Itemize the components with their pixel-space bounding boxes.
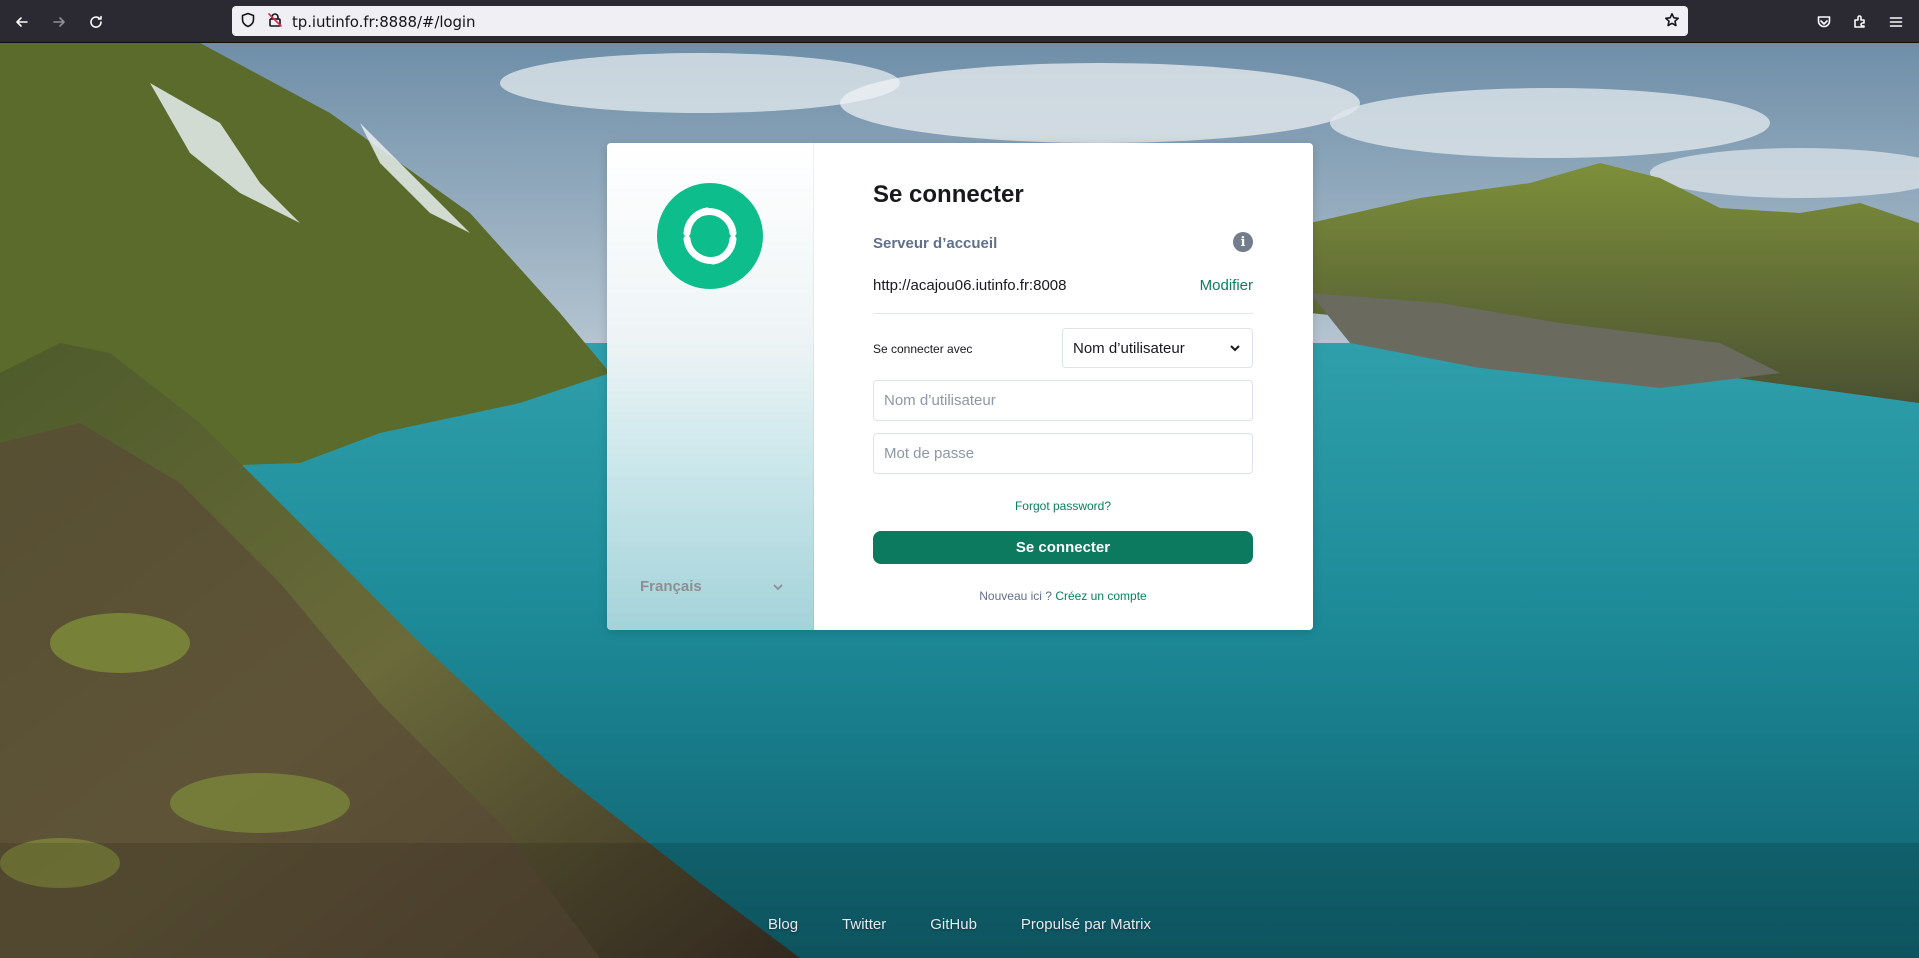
username-input[interactable] bbox=[873, 380, 1253, 421]
menu-icon[interactable] bbox=[1882, 8, 1910, 36]
extensions-icon[interactable] bbox=[1846, 8, 1874, 36]
chevron-down-icon bbox=[771, 580, 785, 598]
reload-icon[interactable] bbox=[82, 8, 110, 36]
divider bbox=[873, 313, 1253, 314]
login-card: Français Se connecter Serveur d’accueil … bbox=[607, 143, 1313, 630]
shield-icon[interactable] bbox=[240, 12, 256, 33]
login-with-label: Se connecter avec bbox=[873, 342, 973, 356]
language-label: Français bbox=[640, 578, 702, 595]
insecure-lock-icon[interactable] bbox=[267, 12, 283, 33]
create-account-link[interactable]: Créez un compte bbox=[1055, 589, 1146, 603]
footer-link-blog[interactable]: Blog bbox=[768, 916, 798, 938]
pocket-icon[interactable] bbox=[1810, 8, 1838, 36]
homeserver-label: Serveur d’accueil bbox=[873, 235, 998, 252]
footer-link-twitter[interactable]: Twitter bbox=[842, 916, 886, 938]
footer-link-github[interactable]: GitHub bbox=[930, 916, 977, 938]
login-method-select[interactable]: Nom d’utilisateur bbox=[1062, 328, 1253, 368]
browser-toolbar: tp.iutinfo.fr:8888/#/login bbox=[0, 0, 1919, 43]
chevron-down-icon bbox=[1228, 341, 1242, 359]
back-arrow-icon[interactable] bbox=[8, 8, 36, 36]
password-input[interactable] bbox=[873, 433, 1253, 474]
login-button[interactable]: Se connecter bbox=[873, 531, 1253, 564]
element-logo-icon bbox=[657, 183, 763, 289]
modify-homeserver-link[interactable]: Modifier bbox=[1200, 277, 1253, 294]
login-method-value: Nom d’utilisateur bbox=[1073, 340, 1185, 357]
footer: Blog Twitter GitHub Propulsé par Matrix bbox=[0, 916, 1919, 938]
info-icon[interactable]: i bbox=[1233, 232, 1253, 252]
url-text[interactable]: tp.iutinfo.fr:8888/#/login bbox=[292, 13, 476, 31]
address-bar[interactable]: tp.iutinfo.fr:8888/#/login bbox=[232, 6, 1688, 36]
language-dropdown[interactable]: Français bbox=[640, 578, 785, 600]
forgot-password-link[interactable]: Forgot password? bbox=[873, 499, 1253, 513]
login-form: Se connecter Serveur d’accueil i http://… bbox=[873, 143, 1253, 630]
bookmark-star-icon[interactable] bbox=[1664, 12, 1680, 33]
new-here-text: Nouveau ici ? Créez un compte bbox=[873, 589, 1253, 603]
new-here-label: Nouveau ici ? bbox=[979, 589, 1052, 603]
forward-arrow-icon[interactable] bbox=[45, 8, 73, 36]
footer-link-matrix[interactable]: Propulsé par Matrix bbox=[1021, 916, 1151, 938]
card-sidebar: Français bbox=[607, 143, 814, 630]
homeserver-url: http://acajou06.iutinfo.fr:8008 bbox=[873, 277, 1067, 294]
page-title: Se connecter bbox=[873, 181, 1024, 208]
